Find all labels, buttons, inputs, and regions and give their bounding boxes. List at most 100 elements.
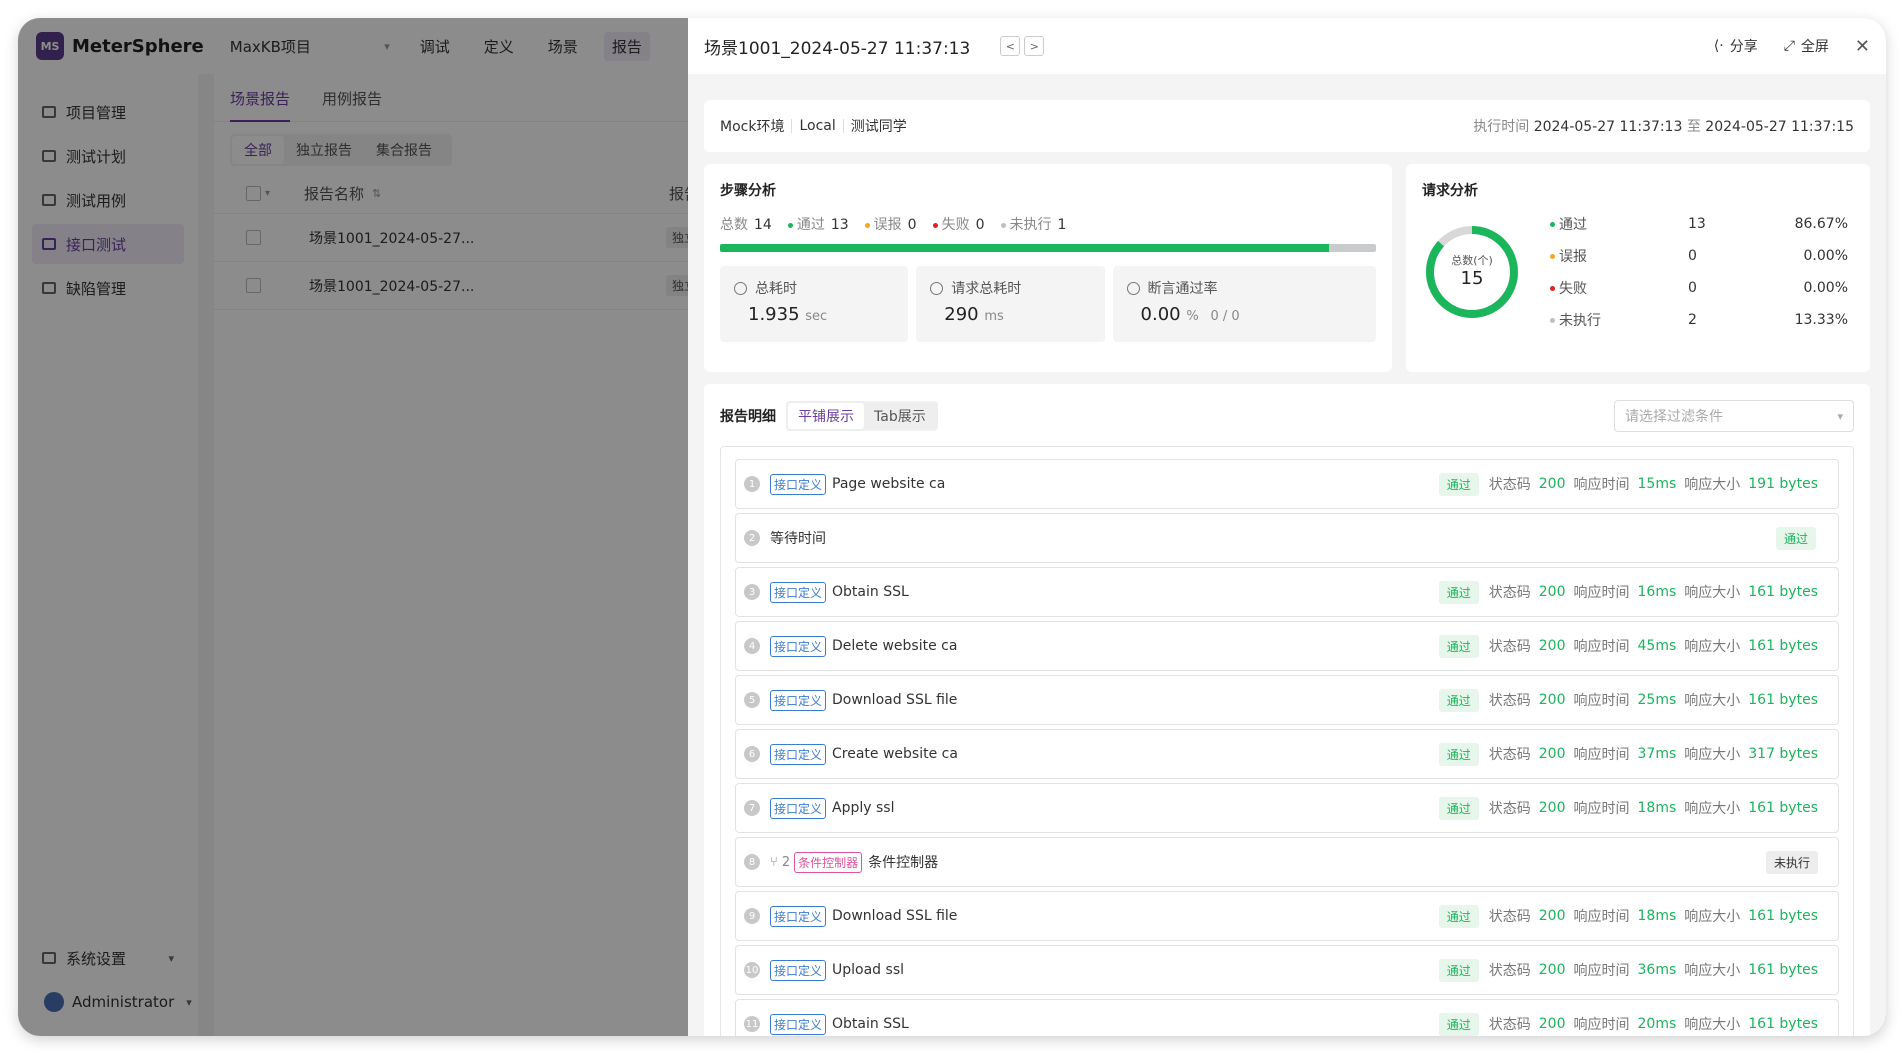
step-row[interactable]: 10 接口定义 Upload ssl 通过 状态码 200 响应时间 36ms 响应大小 161 … xyxy=(735,945,1839,995)
clock-icon xyxy=(930,281,944,295)
view-tile[interactable]: 平铺展示 xyxy=(788,403,864,429)
step-number: 8 xyxy=(744,854,760,870)
exec-to: 至 xyxy=(1686,119,1701,135)
legend-label: 未执行 xyxy=(1559,313,1601,329)
status-badge: 通过 xyxy=(1438,634,1479,658)
step-type-tag: 接口定义 xyxy=(770,1013,827,1035)
share-button[interactable]: ⟨· 分享 xyxy=(1714,36,1758,56)
status-code: 200 xyxy=(1538,746,1566,762)
legend-pct: 13.33% xyxy=(1794,312,1848,328)
step-row[interactable]: 6 接口定义 Create website ca 通过 状态码 200 响应时间 37ms 响应… xyxy=(735,729,1839,779)
step-row[interactable]: 1 接口定义 Page website ca 通过 状态码 200 响应时间 15ms 响应大小… xyxy=(735,459,1839,509)
status-dot xyxy=(932,222,938,228)
filter-select[interactable]: 请选择过滤条件 ▾ xyxy=(1614,400,1854,432)
status-code: 200 xyxy=(1538,908,1566,924)
metric-label: 请求总耗时 xyxy=(951,281,1022,297)
step-analysis-title: 步骤分析 xyxy=(720,183,776,199)
status-code-label: 状态码 xyxy=(1488,585,1531,601)
response-time-label: 响应时间 xyxy=(1573,693,1630,709)
step-name: Create website ca xyxy=(832,746,958,762)
step-fail: 失败 0 xyxy=(932,214,985,234)
step-name: Obtain SSL xyxy=(832,1016,909,1032)
response-time: 16ms xyxy=(1637,584,1677,600)
status-badge: 通过 xyxy=(1438,580,1479,604)
step-row[interactable]: 2 等待时间 通过 xyxy=(735,513,1839,563)
response-size: 161 bytes xyxy=(1748,1016,1818,1032)
response-time-label: 响应时间 xyxy=(1573,909,1630,925)
response-time: 18ms xyxy=(1637,800,1677,816)
response-size: 317 bytes xyxy=(1748,746,1818,762)
env-info-card: Mock环境 Local 测试同学 执行时间 2024-05-27 11:37:… xyxy=(704,100,1870,152)
view-toggle: 平铺展示 Tab展示 xyxy=(786,401,938,431)
request-analysis-card: 请求分析 总数(个) 15 通过 13 86.67% 误报 0 0.00% 失败 0 0.0… xyxy=(1406,164,1870,372)
metric-value: 290 xyxy=(944,304,979,325)
response-time: 25ms xyxy=(1637,692,1677,708)
close-icon[interactable]: ✕ xyxy=(1855,36,1870,57)
step-name: Download SSL file xyxy=(832,908,958,924)
view-tab[interactable]: Tab展示 xyxy=(864,403,936,429)
metric-unit: ms xyxy=(984,309,1004,324)
legend-count: 13 xyxy=(1688,216,1706,232)
legend-count: 2 xyxy=(1688,312,1697,328)
step-type-tag: 接口定义 xyxy=(770,743,827,765)
donut-label: 总数(个) xyxy=(1451,253,1493,267)
step-number: 7 xyxy=(744,800,760,816)
step-row[interactable]: 11 接口定义 Obtain SSL 通过 状态码 200 响应时间 20ms 响应大小 161 … xyxy=(735,999,1839,1036)
step-number: 1 xyxy=(744,476,760,492)
status-code: 200 xyxy=(1538,692,1566,708)
status-dot xyxy=(1550,285,1555,291)
step-type-tag: 接口定义 xyxy=(770,797,827,819)
step-name: 条件控制器 xyxy=(868,855,939,871)
step-row[interactable]: 3 接口定义 Obtain SSL 通过 状态码 200 响应时间 16ms 响应大小 161 b… xyxy=(735,567,1839,617)
chevron-down-icon: ▾ xyxy=(1837,409,1843,423)
step-number: 6 xyxy=(744,746,760,762)
step-row[interactable]: 7 接口定义 Apply ssl 通过 状态码 200 响应时间 18ms 响应大小 161 by… xyxy=(735,783,1839,833)
legend-label: 失败 xyxy=(1559,281,1587,297)
step-result: 通过 状态码 200 响应时间 15ms 响应大小 191 bytes xyxy=(1438,472,1818,496)
step-row[interactable]: 8 ⑂ 2 条件控制器 条件控制器 未执行 xyxy=(735,837,1839,887)
response-size: 161 bytes xyxy=(1748,800,1818,816)
step-row[interactable]: 4 接口定义 Delete website ca 通过 状态码 200 响应时间 45ms 响应… xyxy=(735,621,1839,671)
status-code-label: 状态码 xyxy=(1488,801,1531,817)
step-row[interactable]: 5 接口定义 Download SSL file 通过 状态码 200 响应时间 25ms 响应… xyxy=(735,675,1839,725)
legend-count: 0 xyxy=(1688,248,1697,264)
assert-ratio: 0 / 0 xyxy=(1210,309,1240,324)
step-number: 2 xyxy=(744,530,760,546)
response-time: 37ms xyxy=(1637,746,1677,762)
step-name: Upload ssl xyxy=(832,962,904,978)
step-type-tag: 条件控制器 xyxy=(794,851,863,873)
step-name: Page website ca xyxy=(832,476,946,492)
drawer-title: 场景1001_2024-05-27 11:37:13 xyxy=(704,38,971,59)
exec-time: 执行时间 2024-05-27 11:37:13 至 2024-05-27 11… xyxy=(1473,116,1854,136)
fullscreen-icon: ⤢ xyxy=(1783,38,1795,54)
step-result: 通过 状态码 200 响应时间 18ms 响应大小 161 bytes xyxy=(1438,796,1818,820)
metric-unit: % xyxy=(1186,309,1199,324)
fullscreen-button[interactable]: ⤢ 全屏 xyxy=(1784,36,1829,56)
step-name: Obtain SSL xyxy=(832,584,909,600)
status-code-label: 状态码 xyxy=(1488,639,1531,655)
status-dot xyxy=(1550,317,1555,323)
legend-pct: 86.67% xyxy=(1794,216,1848,232)
metric-unit: sec xyxy=(805,309,828,324)
legend-label: 误报 xyxy=(1559,249,1587,265)
status-code-label: 状态码 xyxy=(1488,909,1531,925)
status-code: 200 xyxy=(1538,584,1566,600)
step-row[interactable]: 9 接口定义 Download SSL file 通过 状态码 200 响应时间 18ms 响应… xyxy=(735,891,1839,941)
report-drawer: ⋮⋮ 场景1001_2024-05-27 11:37:13 < > ⟨·分享 ⤢… xyxy=(688,18,1886,1036)
step-number: 3 xyxy=(744,584,760,600)
status-badge: 通过 xyxy=(1775,526,1816,550)
share-icon: ⟨· xyxy=(1713,38,1724,54)
step-type-tag: 接口定义 xyxy=(770,689,827,711)
check-circle-icon xyxy=(1126,281,1140,295)
status-code-label: 状态码 xyxy=(1488,963,1531,979)
step-number: 10 xyxy=(744,962,760,978)
response-size-label: 响应大小 xyxy=(1684,963,1741,979)
response-size: 191 bytes xyxy=(1748,476,1818,492)
assertion-rate-metric: 断言通过率 0.00 % 0 / 0 xyxy=(1112,266,1376,342)
request-legend: 通过 13 86.67% 误报 0 0.00% 失败 0 0.00% 未执行 2 13.33% xyxy=(1550,208,1848,336)
step-total: 总数 14 xyxy=(720,214,772,234)
status-code: 200 xyxy=(1538,1016,1566,1032)
next-report-button[interactable]: > xyxy=(1024,36,1045,56)
step-unexec: 未执行 1 xyxy=(1000,214,1066,234)
prev-report-button[interactable]: < xyxy=(1000,36,1021,56)
